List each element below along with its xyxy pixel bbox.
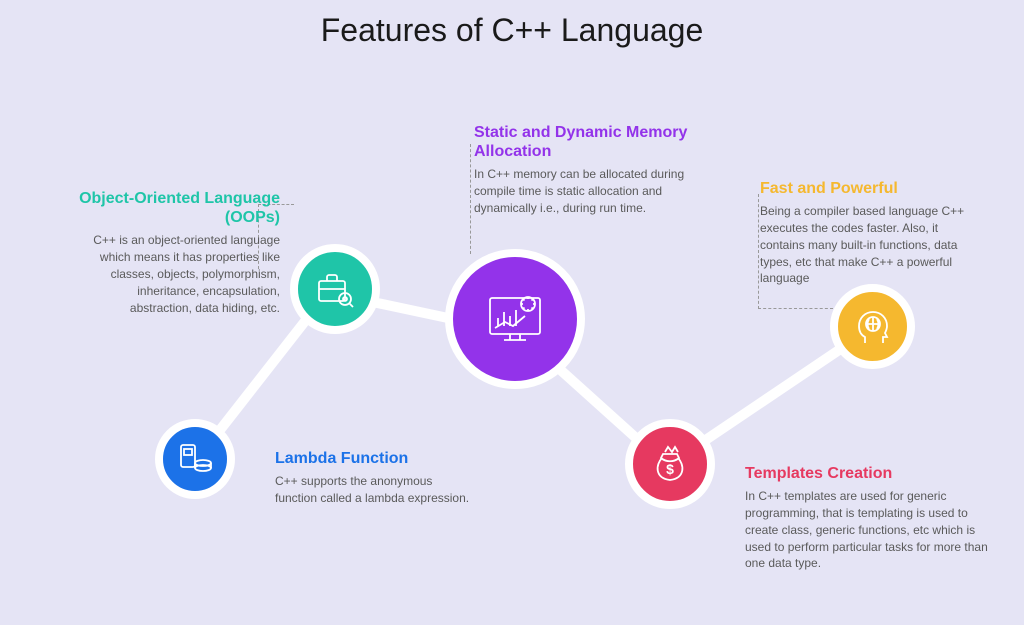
feature-heading: Static and Dynamic Memory Allocation (474, 123, 704, 161)
feature-desc: In C++ memory can be allocated during co… (474, 166, 704, 216)
database-icon (175, 439, 215, 479)
feature-memory: Static and Dynamic Memory Allocation In … (474, 123, 704, 217)
feature-templates: Templates Creation In C++ templates are … (745, 464, 995, 572)
monitor-chart-icon (480, 284, 550, 354)
dash-line (470, 144, 471, 254)
node-templates: $ (625, 419, 715, 509)
feature-heading: Fast and Powerful (760, 179, 985, 198)
feature-desc: C++ is an object-oriented language which… (75, 232, 280, 316)
node-fast (830, 284, 915, 369)
diagram-title: Features of C++ Language (0, 0, 1024, 49)
feature-heading: Lambda Function (275, 449, 475, 468)
node-lambda (155, 419, 235, 499)
money-bag-icon: $ (648, 442, 692, 486)
diagram-canvas: $ Object-Oriented Language (OOPs) C++ is… (0, 49, 1024, 625)
feature-heading: Templates Creation (745, 464, 995, 483)
briefcase-icon (313, 267, 357, 311)
head-globe-icon (851, 305, 895, 349)
feature-desc: In C++ templates are used for generic pr… (745, 488, 995, 572)
feature-oops: Object-Oriented Language (OOPs) C++ is a… (75, 189, 280, 316)
node-oops (290, 244, 380, 334)
feature-heading: Object-Oriented Language (OOPs) (75, 189, 280, 227)
node-memory (445, 249, 585, 389)
feature-fast: Fast and Powerful Being a compiler based… (760, 179, 985, 287)
feature-desc: Being a compiler based language C++ exec… (760, 203, 985, 287)
feature-lambda: Lambda Function C++ supports the anonymo… (275, 449, 475, 507)
svg-text:$: $ (666, 461, 674, 477)
feature-desc: C++ supports the anonymous function call… (275, 473, 475, 507)
